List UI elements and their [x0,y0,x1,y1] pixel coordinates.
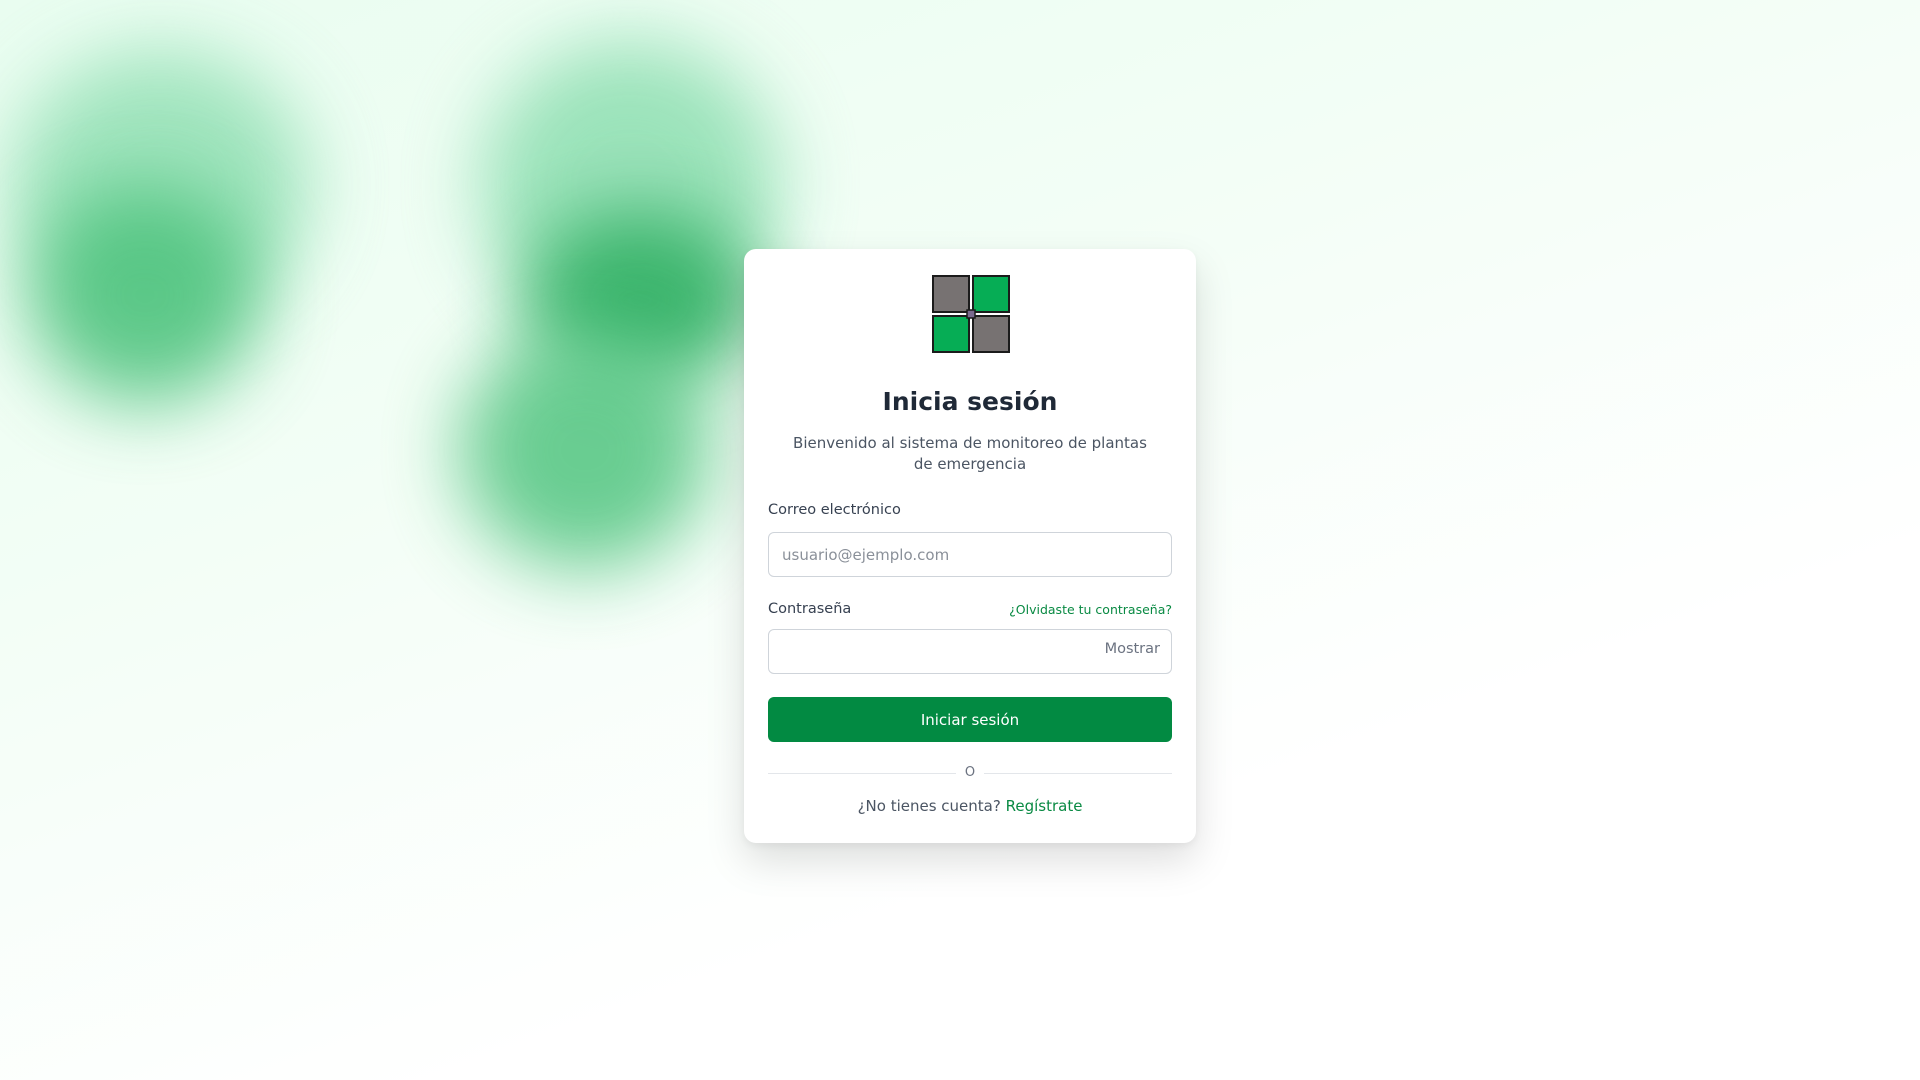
login-card: Inicia sesión Bienvenido al sistema de m… [744,249,1196,843]
divider-line [984,773,1172,774]
background-blob [30,185,260,405]
email-field[interactable] [768,532,1172,577]
signup-prompt: ¿No tienes cuenta? Regístrate [744,797,1196,815]
show-password-button[interactable]: Mostrar [1105,641,1160,657]
password-label: Contraseña [768,601,852,617]
page-title: Inicia sesión [882,387,1058,416]
page-subtitle: Bienvenido al sistema de monitoreo de pl… [793,434,1147,473]
signup-link[interactable]: Regístrate [1006,797,1083,815]
forgot-password-link[interactable]: ¿Olvidaste tu contraseña? [1009,602,1172,617]
login-button[interactable]: Iniciar sesión [768,697,1172,742]
email-label: Correo electrónico [768,502,901,518]
background-blob [460,330,710,570]
or-divider: O [768,765,1172,781]
no-account-text: ¿No tienes cuenta? [857,797,1001,815]
four-squares-logo-icon [932,275,1010,353]
